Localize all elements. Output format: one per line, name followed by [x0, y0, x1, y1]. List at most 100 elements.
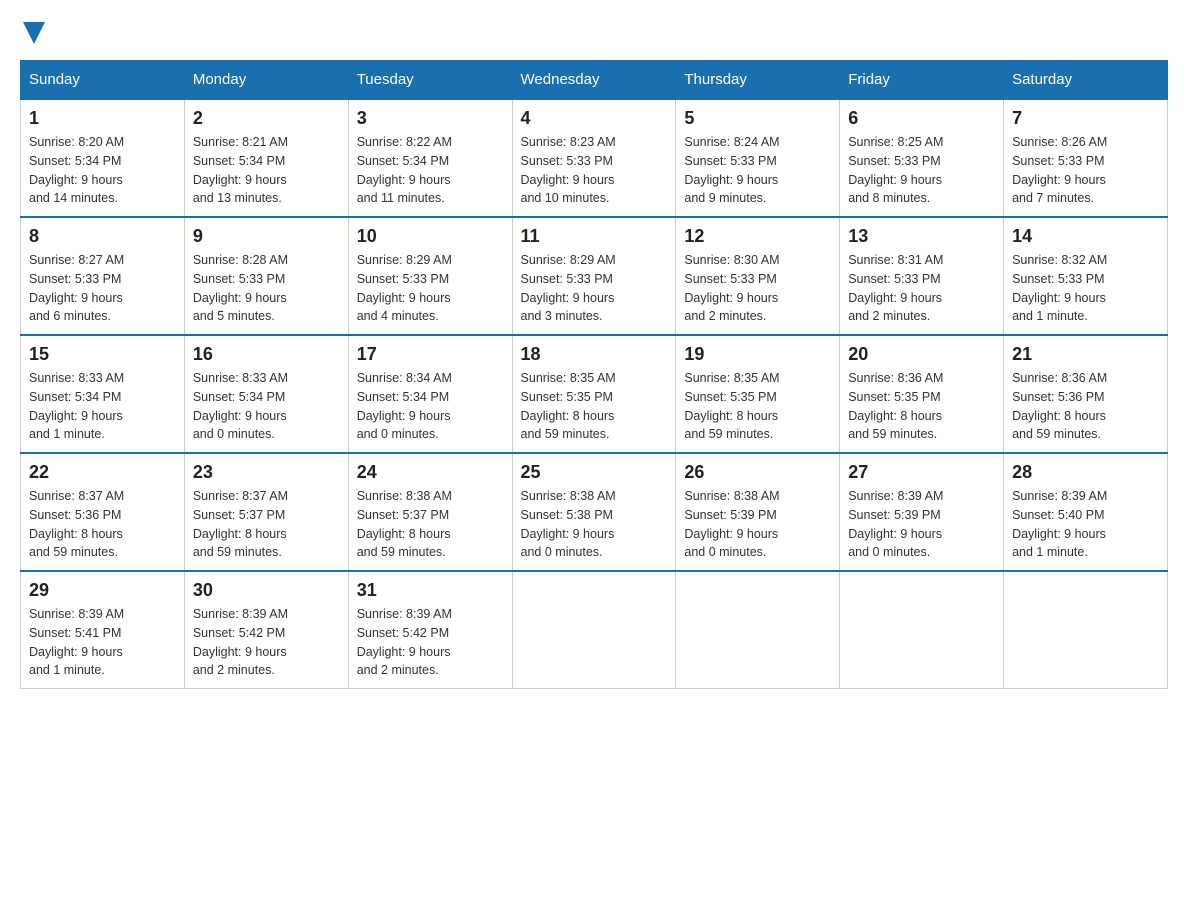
- day-info: Sunrise: 8:33 AMSunset: 5:34 PMDaylight:…: [193, 369, 340, 444]
- calendar-cell: 16Sunrise: 8:33 AMSunset: 5:34 PMDayligh…: [184, 335, 348, 453]
- day-number: 5: [684, 108, 831, 129]
- day-info: Sunrise: 8:39 AMSunset: 5:42 PMDaylight:…: [357, 605, 504, 680]
- calendar-cell: 19 Sunrise: 8:35 AMSunset: 5:35 PMDayligh…: [676, 335, 840, 453]
- day-number: 2: [193, 108, 340, 129]
- calendar-cell: 5 Sunrise: 8:24 AMSunset: 5:33 PMDaylight…: [676, 99, 840, 217]
- calendar-cell: 29Sunrise: 8:39 AMSunset: 5:41 PMDayligh…: [21, 571, 185, 689]
- day-number: 14: [1012, 226, 1159, 247]
- day-info: Sunrise: 8:37 AMSunset: 5:36 PMDaylight:…: [29, 487, 176, 562]
- day-info: Sunrise: 8:36 AMSunset: 5:36 PMDaylight:…: [1012, 369, 1159, 444]
- calendar-cell: 18 Sunrise: 8:35 AMSunset: 5:35 PMDayligh…: [512, 335, 676, 453]
- day-number: 1: [29, 108, 176, 129]
- day-number: 24: [357, 462, 504, 483]
- day-number: 27: [848, 462, 995, 483]
- calendar-cell: 6 Sunrise: 8:25 AMSunset: 5:33 PMDaylight…: [840, 99, 1004, 217]
- calendar-cell: [840, 571, 1004, 689]
- page-header: [20, 20, 1168, 44]
- day-info: Sunrise: 8:21 AMSunset: 5:34 PMDaylight:…: [193, 133, 340, 208]
- day-number: 21: [1012, 344, 1159, 365]
- day-number: 17: [357, 344, 504, 365]
- day-info: Sunrise: 8:38 AMSunset: 5:38 PMDaylight:…: [521, 487, 668, 562]
- day-info: Sunrise: 8:35 AMSunset: 5:35 PMDaylight:…: [684, 369, 831, 444]
- day-number: 6: [848, 108, 995, 129]
- week-row-5: 29Sunrise: 8:39 AMSunset: 5:41 PMDayligh…: [21, 571, 1168, 689]
- calendar-cell: 8Sunrise: 8:27 AMSunset: 5:33 PMDaylight…: [21, 217, 185, 335]
- day-info: Sunrise: 8:24 AMSunset: 5:33 PMDaylight:…: [684, 133, 831, 208]
- day-number: 25: [521, 462, 668, 483]
- day-info: Sunrise: 8:37 AMSunset: 5:37 PMDaylight:…: [193, 487, 340, 562]
- calendar-cell: 17 Sunrise: 8:34 AMSunset: 5:34 PMDayligh…: [348, 335, 512, 453]
- day-number: 15: [29, 344, 176, 365]
- day-info: Sunrise: 8:29 AMSunset: 5:33 PMDaylight:…: [521, 251, 668, 326]
- calendar-cell: 21 Sunrise: 8:36 AMSunset: 5:36 PMDayligh…: [1004, 335, 1168, 453]
- calendar-cell: 1 Sunrise: 8:20 AMSunset: 5:34 PMDaylight…: [21, 99, 185, 217]
- day-info: Sunrise: 8:20 AMSunset: 5:34 PMDaylight:…: [29, 133, 176, 208]
- week-row-1: 1 Sunrise: 8:20 AMSunset: 5:34 PMDaylight…: [21, 99, 1168, 217]
- calendar-cell: [676, 571, 840, 689]
- day-info: Sunrise: 8:25 AMSunset: 5:33 PMDaylight:…: [848, 133, 995, 208]
- day-number: 4: [521, 108, 668, 129]
- day-info: Sunrise: 8:39 AMSunset: 5:39 PMDaylight:…: [848, 487, 995, 562]
- day-info: Sunrise: 8:30 AMSunset: 5:33 PMDaylight:…: [684, 251, 831, 326]
- day-number: 3: [357, 108, 504, 129]
- day-number: 31: [357, 580, 504, 601]
- day-info: Sunrise: 8:22 AMSunset: 5:34 PMDaylight:…: [357, 133, 504, 208]
- day-info: Sunrise: 8:35 AMSunset: 5:35 PMDaylight:…: [521, 369, 668, 444]
- col-header-monday: Monday: [184, 61, 348, 100]
- calendar-cell: 28 Sunrise: 8:39 AMSunset: 5:40 PMDayligh…: [1004, 453, 1168, 571]
- calendar-cell: [512, 571, 676, 689]
- day-number: 18: [521, 344, 668, 365]
- calendar-header-row: SundayMondayTuesdayWednesdayThursdayFrid…: [21, 61, 1168, 100]
- day-number: 26: [684, 462, 831, 483]
- col-header-sunday: Sunday: [21, 61, 185, 100]
- week-row-4: 22Sunrise: 8:37 AMSunset: 5:36 PMDayligh…: [21, 453, 1168, 571]
- calendar-cell: 3 Sunrise: 8:22 AMSunset: 5:34 PMDaylight…: [348, 99, 512, 217]
- day-info: Sunrise: 8:26 AMSunset: 5:33 PMDaylight:…: [1012, 133, 1159, 208]
- day-info: Sunrise: 8:39 AMSunset: 5:40 PMDaylight:…: [1012, 487, 1159, 562]
- calendar-cell: 26 Sunrise: 8:38 AMSunset: 5:39 PMDayligh…: [676, 453, 840, 571]
- col-header-friday: Friday: [840, 61, 1004, 100]
- day-info: Sunrise: 8:27 AMSunset: 5:33 PMDaylight:…: [29, 251, 176, 326]
- day-number: 19: [684, 344, 831, 365]
- day-number: 12: [684, 226, 831, 247]
- calendar-cell: 13 Sunrise: 8:31 AMSunset: 5:33 PMDayligh…: [840, 217, 1004, 335]
- col-header-wednesday: Wednesday: [512, 61, 676, 100]
- calendar-cell: 7 Sunrise: 8:26 AMSunset: 5:33 PMDaylight…: [1004, 99, 1168, 217]
- day-info: Sunrise: 8:28 AMSunset: 5:33 PMDaylight:…: [193, 251, 340, 326]
- day-info: Sunrise: 8:33 AMSunset: 5:34 PMDaylight:…: [29, 369, 176, 444]
- day-number: 23: [193, 462, 340, 483]
- day-info: Sunrise: 8:39 AMSunset: 5:41 PMDaylight:…: [29, 605, 176, 680]
- calendar-cell: 24Sunrise: 8:38 AMSunset: 5:37 PMDayligh…: [348, 453, 512, 571]
- calendar-cell: 23 Sunrise: 8:37 AMSunset: 5:37 PMDayligh…: [184, 453, 348, 571]
- calendar-cell: 20 Sunrise: 8:36 AMSunset: 5:35 PMDayligh…: [840, 335, 1004, 453]
- logo: [20, 20, 45, 44]
- calendar-cell: 14 Sunrise: 8:32 AMSunset: 5:33 PMDayligh…: [1004, 217, 1168, 335]
- calendar-cell: 12 Sunrise: 8:30 AMSunset: 5:33 PMDayligh…: [676, 217, 840, 335]
- day-number: 7: [1012, 108, 1159, 129]
- week-row-2: 8Sunrise: 8:27 AMSunset: 5:33 PMDaylight…: [21, 217, 1168, 335]
- day-info: Sunrise: 8:36 AMSunset: 5:35 PMDaylight:…: [848, 369, 995, 444]
- calendar-table: SundayMondayTuesdayWednesdayThursdayFrid…: [20, 60, 1168, 689]
- day-info: Sunrise: 8:34 AMSunset: 5:34 PMDaylight:…: [357, 369, 504, 444]
- col-header-thursday: Thursday: [676, 61, 840, 100]
- day-info: Sunrise: 8:39 AMSunset: 5:42 PMDaylight:…: [193, 605, 340, 680]
- calendar-cell: 4 Sunrise: 8:23 AMSunset: 5:33 PMDaylight…: [512, 99, 676, 217]
- day-info: Sunrise: 8:29 AMSunset: 5:33 PMDaylight:…: [357, 251, 504, 326]
- calendar-cell: 10 Sunrise: 8:29 AMSunset: 5:33 PMDayligh…: [348, 217, 512, 335]
- day-number: 13: [848, 226, 995, 247]
- day-number: 28: [1012, 462, 1159, 483]
- day-info: Sunrise: 8:32 AMSunset: 5:33 PMDaylight:…: [1012, 251, 1159, 326]
- day-number: 11: [521, 226, 668, 247]
- week-row-3: 15 Sunrise: 8:33 AMSunset: 5:34 PMDayligh…: [21, 335, 1168, 453]
- day-number: 10: [357, 226, 504, 247]
- calendar-cell: 27 Sunrise: 8:39 AMSunset: 5:39 PMDayligh…: [840, 453, 1004, 571]
- day-info: Sunrise: 8:31 AMSunset: 5:33 PMDaylight:…: [848, 251, 995, 326]
- calendar-cell: 31 Sunrise: 8:39 AMSunset: 5:42 PMDayligh…: [348, 571, 512, 689]
- calendar-cell: 9Sunrise: 8:28 AMSunset: 5:33 PMDaylight…: [184, 217, 348, 335]
- day-info: Sunrise: 8:23 AMSunset: 5:33 PMDaylight:…: [521, 133, 668, 208]
- day-info: Sunrise: 8:38 AMSunset: 5:39 PMDaylight:…: [684, 487, 831, 562]
- day-number: 20: [848, 344, 995, 365]
- col-header-tuesday: Tuesday: [348, 61, 512, 100]
- logo-triangle-icon: [23, 22, 45, 44]
- calendar-cell: 11 Sunrise: 8:29 AMSunset: 5:33 PMDayligh…: [512, 217, 676, 335]
